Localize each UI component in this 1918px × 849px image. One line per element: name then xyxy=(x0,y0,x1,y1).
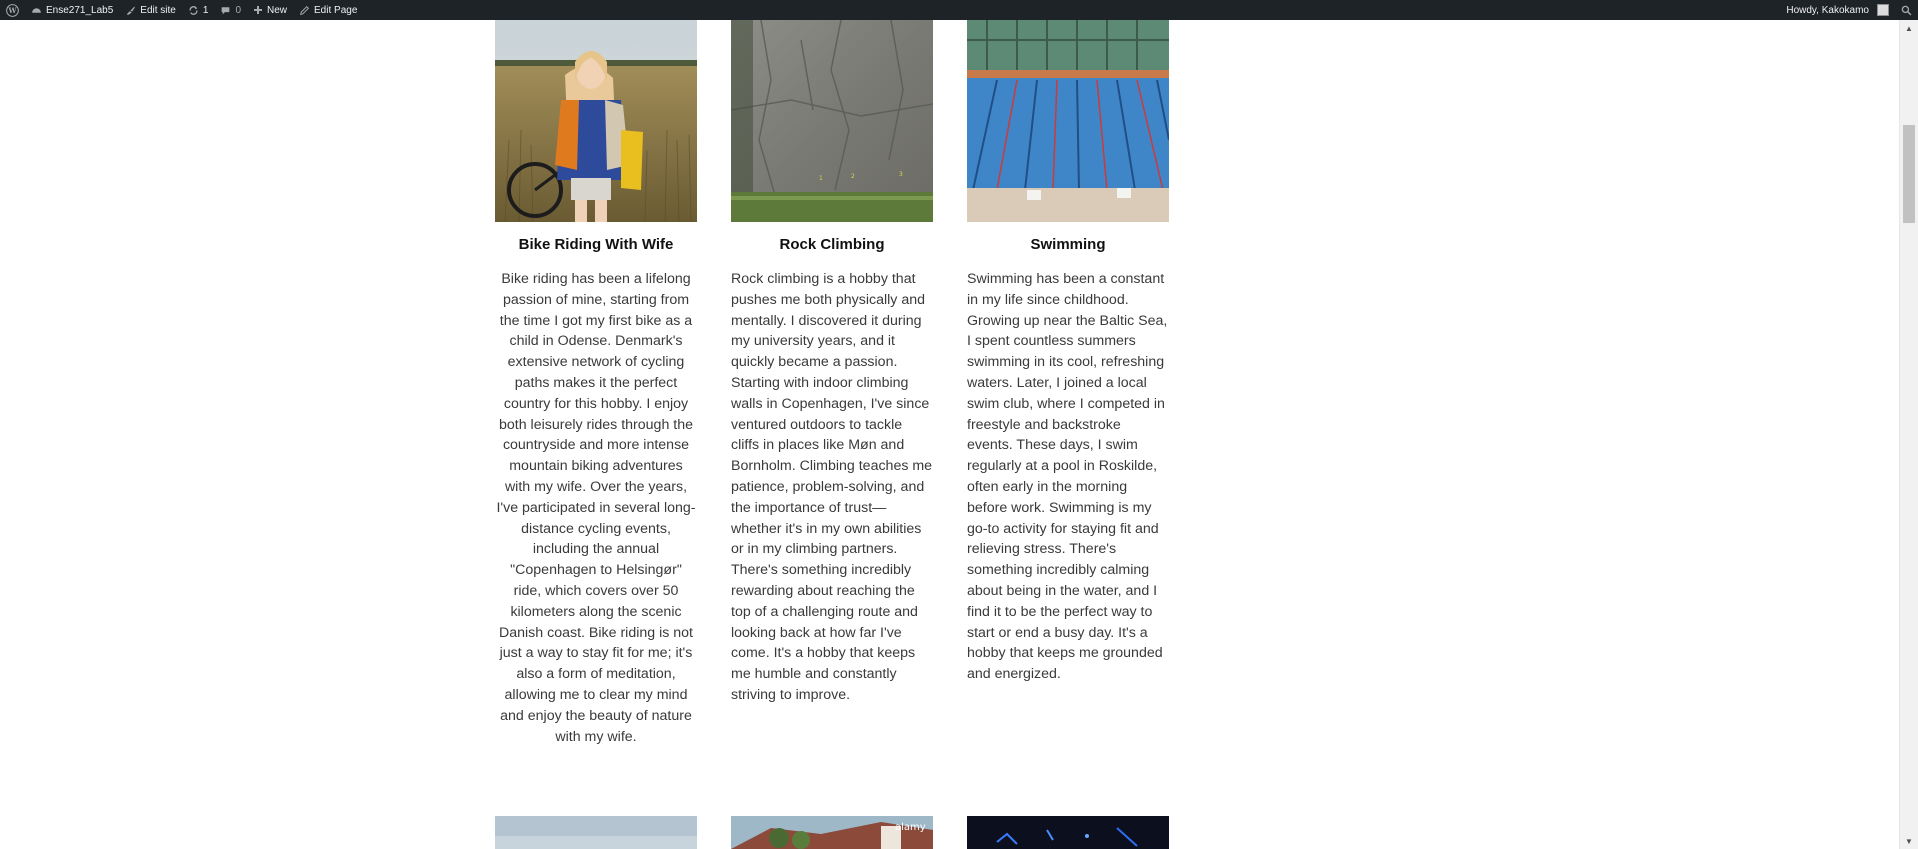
edit-site-link[interactable]: Edit site xyxy=(119,0,182,20)
swimming-photo xyxy=(967,20,1169,222)
house-photo: alamy xyxy=(731,816,933,849)
plus-icon xyxy=(254,6,262,14)
new-label: New xyxy=(267,4,288,16)
my-account-link[interactable]: Howdy, Kakokamo xyxy=(1780,0,1895,20)
svg-text:2: 2 xyxy=(851,173,855,180)
svg-text:3: 3 xyxy=(899,171,903,178)
hobby-title-climbing: Rock Climbing xyxy=(779,236,885,253)
comments-link[interactable]: 0 xyxy=(214,0,247,20)
hobby-text-swimming: Swimming has been a constant in my life … xyxy=(967,271,1168,683)
brush-icon xyxy=(126,6,136,15)
hobby-title-swimming: Swimming xyxy=(1030,236,1106,253)
rock-climbing-photo: 1 2 3 xyxy=(731,20,933,222)
search-icon xyxy=(1901,5,1912,15)
updates-link[interactable]: 1 xyxy=(182,0,215,20)
scroll-up-arrow-icon[interactable]: ▲ xyxy=(1900,20,1918,36)
hobby-text-bike: Bike riding has been a lifelong passion … xyxy=(496,271,696,745)
site-name-link[interactable]: Ense271_Lab5 xyxy=(25,0,119,20)
vertical-scrollbar[interactable]: ▲ ▼ xyxy=(1899,20,1918,849)
wp-admin-bar: W Ense271_Lab5 Edit site 1 0 New Edit Pa… xyxy=(0,0,1918,20)
alamy-watermark: alamy xyxy=(895,822,926,833)
sky-photo xyxy=(495,816,697,849)
hobby-text-climbing: Rock climbing is a hobby that pushes me … xyxy=(731,271,933,703)
scroll-thumb[interactable] xyxy=(1903,125,1915,223)
comment-icon xyxy=(222,6,230,14)
wordpress-logo-icon[interactable]: W xyxy=(0,0,25,20)
hobby-title-bike: Bike Riding With Wife xyxy=(518,236,674,253)
updates-count: 1 xyxy=(202,4,209,16)
dashboard-icon xyxy=(32,7,41,13)
greeting: Howdy, Kakokamo xyxy=(1786,4,1869,16)
svg-text:W: W xyxy=(7,6,17,15)
pencil-icon xyxy=(299,5,310,15)
avatar xyxy=(1877,4,1889,16)
search-button[interactable] xyxy=(1895,0,1918,20)
edit-page-link[interactable]: Edit Page xyxy=(293,0,363,20)
bike-riding-photo xyxy=(495,20,697,222)
scroll-down-arrow-icon[interactable]: ▼ xyxy=(1900,833,1918,849)
night-photo xyxy=(967,816,1169,849)
edit-site-label: Edit site xyxy=(140,4,176,16)
svg-text:1: 1 xyxy=(819,175,823,182)
new-content-link[interactable]: New xyxy=(247,0,293,20)
comments-count: 0 xyxy=(235,4,241,16)
site-name: Ense271_Lab5 xyxy=(46,4,114,16)
updates-icon xyxy=(189,5,198,15)
edit-page-label: Edit Page xyxy=(314,4,358,16)
